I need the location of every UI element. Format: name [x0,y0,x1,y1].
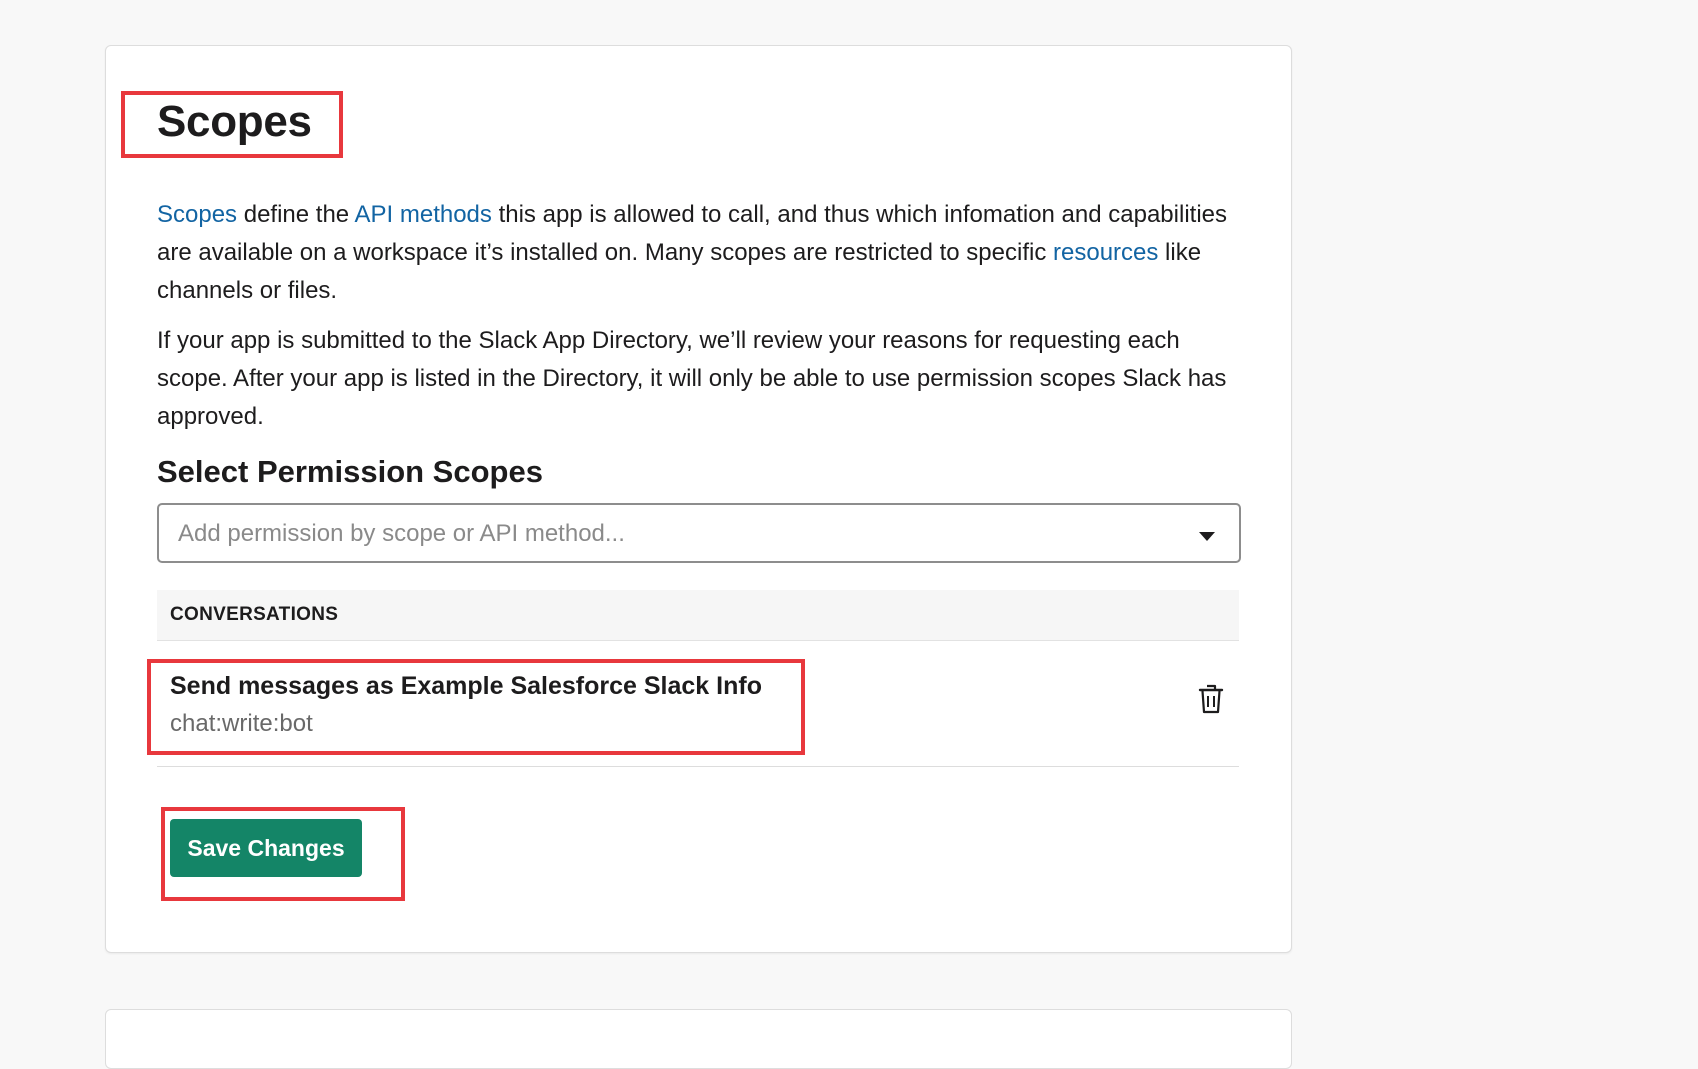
resources-link[interactable]: resources [1053,239,1158,266]
permission-scope-select[interactable]: Add permission by scope or API method... [157,503,1241,563]
scope-row: Send messages as Example Salesforce Slac… [157,641,1239,767]
trash-icon[interactable] [1197,683,1225,715]
scopes-card [105,45,1292,953]
scope-group-header: CONVERSATIONS [157,590,1239,641]
group-header-label: CONVERSATIONS [170,604,339,625]
page-title: Scopes [157,97,312,146]
scopes-intro-paragraph: Scopes define the API methods this app i… [157,196,1247,310]
review-note-paragraph: If your app is submitted to the Slack Ap… [157,327,1227,430]
save-changes-button[interactable]: Save Changes [170,819,362,877]
next-section-card [105,1009,1292,1069]
chevron-down-icon[interactable] [1199,532,1215,541]
scope-name: Send messages as Example Salesforce Slac… [170,672,762,700]
select-permission-scopes-heading: Select Permission Scopes [157,454,543,489]
intro-text-1: define the [237,201,355,228]
scopes-link[interactable]: Scopes [157,201,237,228]
scope-id: chat:write:bot [170,710,313,737]
api-methods-link[interactable]: API methods [355,201,492,228]
select-placeholder: Add permission by scope or API method... [178,520,625,547]
